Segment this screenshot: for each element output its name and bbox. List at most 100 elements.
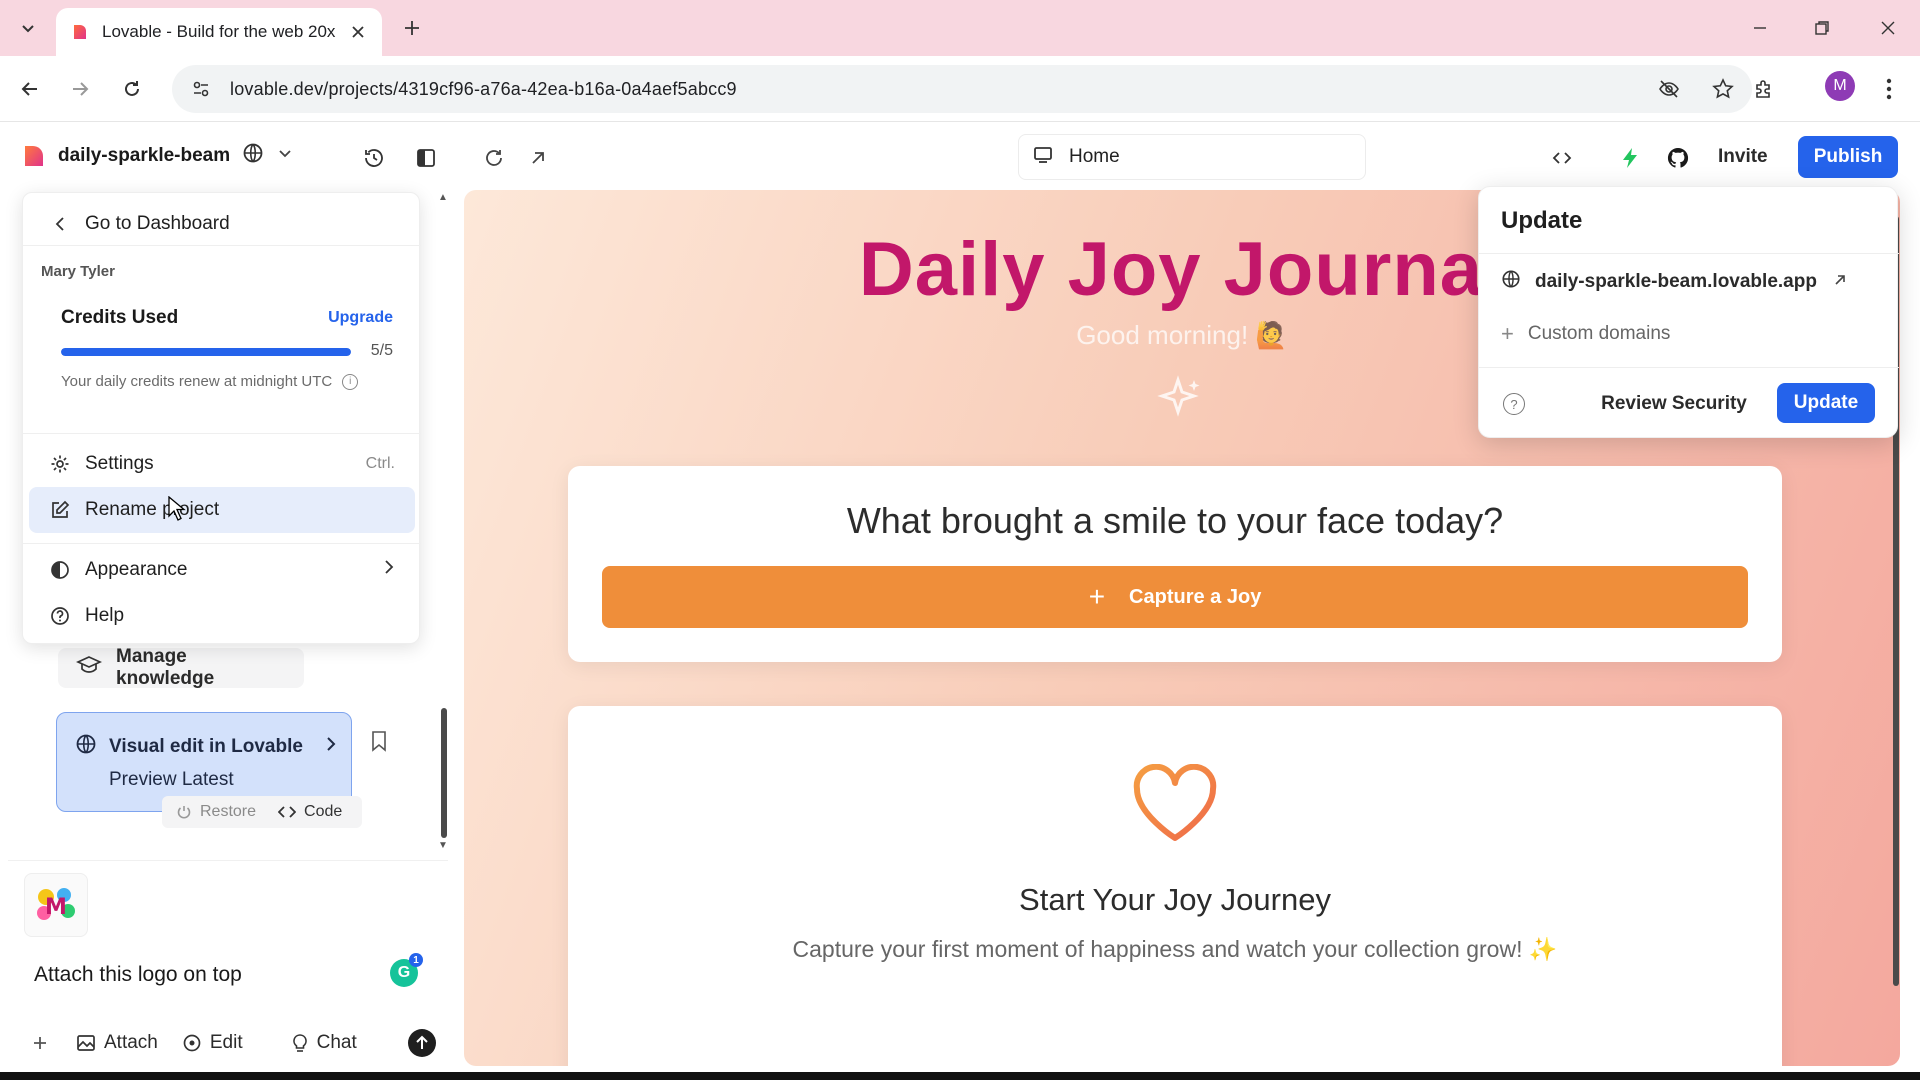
help-circle-icon[interactable]: ? (1503, 393, 1525, 415)
restore-label: Restore (200, 803, 257, 820)
review-security-button[interactable]: Review Security (1589, 385, 1759, 423)
tab-search-chevron-icon[interactable] (10, 10, 46, 46)
capture-joy-label: Capture a Joy (1129, 585, 1262, 608)
scroll-up-arrow-icon[interactable]: ▲ (438, 192, 448, 203)
project-switcher[interactable]: daily-sparkle-beam (22, 142, 292, 169)
update-popover: Update daily-sparkle-beam.lovable.app + … (1478, 186, 1899, 438)
new-tab-plus-icon[interactable] (398, 14, 426, 42)
chevron-down-icon[interactable] (278, 146, 292, 165)
visual-edit-title: Visual edit in Lovable (109, 736, 303, 757)
publish-button[interactable]: Publish (1798, 136, 1898, 178)
rename-project-item[interactable]: Rename project (29, 487, 415, 533)
composer-actions: Attach Edit Chat (32, 1025, 442, 1061)
refresh-preview-icon[interactable] (480, 144, 508, 172)
grammarly-button[interactable]: G 1 (390, 953, 423, 987)
grammarly-badge: 1 (409, 953, 423, 967)
heart-icon (1133, 764, 1217, 841)
code-view-icon[interactable] (1548, 144, 1576, 172)
scroll-down-arrow-icon[interactable]: ▼ (438, 840, 448, 851)
go-to-dashboard-item[interactable]: Go to Dashboard (29, 201, 415, 247)
sidebar-scroll-thumb[interactable] (441, 708, 447, 838)
send-button[interactable] (408, 1029, 436, 1057)
published-domain-link[interactable]: daily-sparkle-beam.lovable.app (1501, 269, 1847, 295)
history-icon[interactable] (360, 144, 388, 172)
tab-close-icon[interactable] (348, 22, 368, 42)
rename-project-label: Rename project (85, 499, 220, 520)
code-label: Code (304, 803, 343, 820)
edit-button[interactable]: Edit (182, 1032, 243, 1054)
add-plus-icon[interactable] (32, 1035, 48, 1051)
manage-knowledge-label: Manage knowledge (116, 646, 215, 689)
divider (23, 245, 421, 246)
attached-logo-thumbnail[interactable]: M (24, 873, 88, 937)
address-bar[interactable]: lovable.dev/projects/4319cf96-a76a-42ea-… (172, 65, 1752, 113)
logo-letter: M (45, 895, 67, 920)
reload-icon[interactable] (114, 71, 150, 107)
route-selector[interactable]: Home (1018, 134, 1366, 180)
half-circle-contrast-icon (49, 559, 71, 581)
appearance-item[interactable]: Appearance (29, 547, 415, 593)
settings-item[interactable]: Settings Ctrl. (29, 441, 415, 487)
target-icon (183, 1034, 201, 1052)
forward-arrow-icon[interactable] (62, 71, 98, 107)
chat-mode-button[interactable]: Chat (291, 1032, 357, 1054)
browser-toolbar: lovable.dev/projects/4319cf96-a76a-42ea-… (0, 56, 1920, 122)
capture-joy-button[interactable]: + Capture a Joy (602, 566, 1748, 628)
composer-input[interactable]: Attach this logo on top (34, 963, 242, 987)
user-name: Mary Tyler (41, 263, 115, 280)
credits-progress-fill (61, 348, 351, 356)
gear-icon (49, 453, 71, 475)
appearance-label: Appearance (85, 559, 188, 580)
edit-pencil-icon (49, 499, 71, 521)
custom-domains-link[interactable]: + Custom domains (1501, 321, 1670, 347)
back-arrow-icon[interactable] (12, 71, 48, 107)
bookmark-star-icon[interactable] (1710, 76, 1736, 102)
restore-button[interactable]: Restore (176, 803, 256, 821)
attach-label: Attach (104, 1032, 158, 1053)
github-icon[interactable] (1664, 144, 1692, 172)
project-name: daily-sparkle-beam (58, 144, 231, 166)
bookmark-icon[interactable] (370, 730, 392, 756)
code-button[interactable]: Code (278, 803, 342, 821)
minimize-icon[interactable] (1742, 10, 1778, 46)
lovable-favicon-icon (74, 25, 86, 39)
extensions-puzzle-icon[interactable] (1746, 71, 1782, 107)
version-actions: Restore Code (162, 796, 362, 828)
lightning-icon[interactable] (1616, 144, 1644, 172)
sidebar-scrollbar[interactable]: ▲ ▼ (438, 192, 450, 852)
tab-title: Lovable - Build for the web 20x (102, 22, 336, 41)
toggle-sidebar-icon[interactable] (412, 144, 440, 172)
site-info-icon[interactable] (188, 76, 214, 102)
domain-text: daily-sparkle-beam.lovable.app (1535, 271, 1817, 292)
help-item[interactable]: Help (29, 593, 415, 639)
chat-composer: M Attach this logo on top G 1 Attach Edi… (8, 860, 448, 1072)
monitor-icon (1033, 145, 1053, 170)
eye-off-icon[interactable] (1656, 76, 1682, 102)
invite-button[interactable]: Invite (1704, 136, 1782, 178)
browser-tab-active[interactable]: Lovable - Build for the web 20x (56, 8, 382, 56)
visual-edit-subtitle: Preview Latest (109, 769, 234, 790)
arrow-up-icon (416, 1035, 428, 1049)
update-button[interactable]: Update (1777, 383, 1875, 423)
edit-label: Edit (209, 1032, 243, 1053)
attach-button[interactable]: Attach (76, 1032, 158, 1054)
credits-count: 5/5 (370, 342, 393, 359)
empty-state-card: Start Your Joy Journey Capture your firs… (568, 706, 1782, 1066)
manage-knowledge-button[interactable]: Manage knowledge (58, 646, 304, 689)
grammarly-letter: G (397, 964, 411, 981)
custom-domains-label: Custom domains (1527, 323, 1671, 344)
upgrade-link[interactable]: Upgrade (328, 309, 393, 327)
close-window-icon[interactable] (1870, 10, 1906, 46)
app-header: daily-sparkle-beam Home Invite Publish (0, 122, 1920, 192)
open-external-arrow-icon[interactable] (524, 144, 552, 172)
profile-avatar[interactable]: M (1825, 71, 1855, 101)
info-icon[interactable]: i (342, 373, 359, 390)
popover-title: Update (1501, 207, 1583, 234)
chat-label: Chat (316, 1032, 357, 1053)
divider (1479, 367, 1899, 368)
settings-shortcut: Ctrl. (365, 455, 395, 472)
globe-icon (1501, 269, 1521, 295)
browser-menu-icon[interactable] (1874, 71, 1904, 107)
chevron-right-icon (325, 736, 337, 758)
restore-window-icon[interactable] (1804, 10, 1840, 46)
